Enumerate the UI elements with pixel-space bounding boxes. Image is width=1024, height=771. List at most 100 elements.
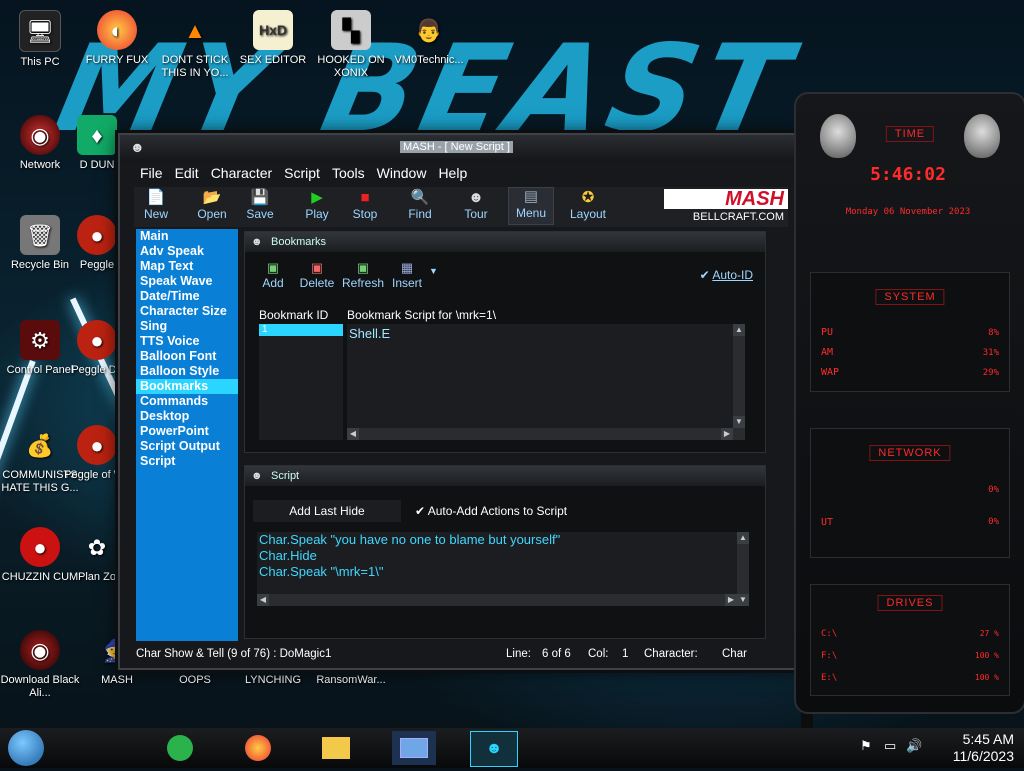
desktop-icon-furry-fux[interactable]: ◐ FURRY FUX <box>77 10 157 67</box>
add-last-hide-button[interactable]: Add Last Hide <box>253 500 401 522</box>
desktop-icon-sex-editor[interactable]: HxD SEX EDITOR <box>233 10 313 67</box>
vlc-icon: ▲ <box>184 17 206 43</box>
bookmark-script-editor[interactable]: Shell.E ▲ ▼ ◀ ▶ <box>347 324 745 440</box>
bookmark-id-list[interactable]: 1 <box>259 324 343 440</box>
toolbar-tour-button[interactable]: ☻ Tour <box>454 189 498 221</box>
toolbar-find-button[interactable]: 🔍 Find <box>398 189 442 221</box>
sidebar-item-tts-voice[interactable]: TTS Voice <box>136 334 238 349</box>
desktop-icon-label: HOOKED ON XONIX <box>317 54 385 79</box>
horizontal-scrollbar[interactable]: ◀ ▶ <box>257 594 737 606</box>
volume-icon[interactable]: 🔊 <box>906 738 922 754</box>
drive-e-label: E:\ <box>821 673 838 683</box>
desktop-icon-this-pc[interactable]: 🖥 This PC <box>0 10 80 69</box>
scroll-right-icon[interactable]: ▶ <box>721 428 733 440</box>
chuzzle-icon: ● <box>20 527 60 567</box>
chevron-down-icon[interactable]: ▼ <box>429 266 438 276</box>
sidebar-item-balloon-font[interactable]: Balloon Font <box>136 349 238 364</box>
sidebar-item-character-size[interactable]: Character Size <box>136 304 238 319</box>
scroll-left-icon[interactable]: ◀ <box>347 428 359 440</box>
firefox-icon: ◐ <box>97 10 137 50</box>
logo-url: BELLCRAFT.COM <box>692 211 784 223</box>
sidebar-item-sing[interactable]: Sing <box>136 319 238 334</box>
drive-f-label: F:\ <box>821 651 838 661</box>
script-line[interactable]: Char.Speak "\mrk=1\" <box>257 564 749 580</box>
bookmark-refresh-button[interactable]: ▣ Refresh <box>341 260 385 290</box>
bookmark-insert-button[interactable]: ▦ Insert <box>387 260 427 290</box>
sidebar-item-main[interactable]: Main <box>136 229 238 244</box>
xonix-icon: ▚ <box>331 10 371 50</box>
status-line-label: Line: <box>506 648 531 660</box>
auto-add-checkbox[interactable]: ✔ Auto-Add Actions to Script <box>415 504 567 518</box>
desktop-icon-dont-stick[interactable]: ▲ DONT STICK THIS IN YO... <box>155 10 235 80</box>
bookmark-add-button[interactable]: ▣ Add <box>253 260 293 290</box>
script-line[interactable]: Char.Hide <box>257 548 749 564</box>
menu-window[interactable]: Window <box>371 165 433 185</box>
toolbar-menu-button[interactable]: ▤ Menu <box>508 187 554 225</box>
sidebar-item-map-text[interactable]: Map Text <box>136 259 238 274</box>
menu-help[interactable]: Help <box>432 165 473 185</box>
menu-edit[interactable]: Edit <box>169 165 205 185</box>
sidebar-item-desktop[interactable]: Desktop <box>136 409 238 424</box>
tray-time: 5:45 AM <box>962 731 1014 747</box>
desktop-icon-vm0[interactable]: 👨 VM0Technic... <box>389 10 469 67</box>
scroll-left-icon[interactable]: ◀ <box>257 594 269 606</box>
sidebar-item-powerpoint[interactable]: PowerPoint <box>136 424 238 439</box>
sidebar-item-script[interactable]: Script <box>136 454 238 469</box>
vertical-scrollbar[interactable]: ▲ ▼ <box>737 532 749 606</box>
plants-icon: ✿ <box>87 534 107 560</box>
sidebar-item-script-output[interactable]: Script Output <box>136 439 238 454</box>
firefox-icon[interactable] <box>238 731 278 765</box>
doctor-icon: 👨 <box>415 17 443 43</box>
script-editor[interactable]: Char.Speak "you have no one to blame but… <box>257 532 749 606</box>
bookmark-id-row[interactable]: 1 <box>259 324 343 336</box>
vertical-scrollbar[interactable]: ▲ ▼ <box>733 324 745 440</box>
bookmark-script-text[interactable]: Shell.E <box>349 326 390 341</box>
toolbar-new-button[interactable]: 📄 New <box>134 189 178 221</box>
scroll-right-icon[interactable]: ▶ <box>725 594 737 606</box>
scroll-down-icon[interactable]: ▼ <box>737 594 749 606</box>
script-line[interactable]: Char.Speak "you have no one to blame but… <box>257 532 749 548</box>
menu-character[interactable]: Character <box>205 165 278 185</box>
scroll-up-icon[interactable]: ▲ <box>737 532 749 544</box>
control-panel-icon[interactable] <box>392 731 436 765</box>
sidebar-item-speak-wave[interactable]: Speak Wave <box>136 274 238 289</box>
desktop-icon-label: MASH <box>101 674 133 686</box>
sidebar-item-commands[interactable]: Commands <box>136 394 238 409</box>
sidebar-item-adv-speak[interactable]: Adv Speak <box>136 244 238 259</box>
network-tray-icon[interactable]: ▭ <box>884 738 896 754</box>
toolbar: 📄 New 📂 Open 💾 Save ▶ Play ■ Stop 🔍 Find… <box>134 187 788 227</box>
desktop-icon-xonix[interactable]: ▚ HOOKED ON XONIX <box>311 10 391 80</box>
menu-tools[interactable]: Tools <box>326 165 371 185</box>
feedly-icon[interactable] <box>160 731 200 765</box>
sidebar-item-date-time[interactable]: Date/Time <box>136 289 238 304</box>
bookmark-delete-button[interactable]: ▣ Delete <box>297 260 337 290</box>
taskbar: ☻ ⚑ ▭ 🔊 5:45 AM 11/6/2023 <box>0 728 1024 768</box>
flag-icon[interactable]: ⚑ <box>860 738 872 754</box>
desktop-icon-label: Download Black Ali... <box>0 674 80 699</box>
swap-value: 29% <box>982 368 999 378</box>
desktop-icon-label: VM0Technic... <box>394 54 464 66</box>
toolbar-save-button[interactable]: 💾 Save <box>238 189 282 221</box>
auto-id-checkbox[interactable]: ✔ Auto-ID <box>700 268 753 282</box>
title-bar[interactable]: ☻ MASH - [ New Script ] <box>120 135 796 161</box>
menu-script[interactable]: Script <box>278 165 326 185</box>
menu-file[interactable]: File <box>134 165 169 185</box>
toolbar-open-button[interactable]: 📂 Open <box>190 189 234 221</box>
desktop-icon-black-alien[interactable]: ◉ Download Black Ali... <box>0 630 80 700</box>
clock[interactable]: 5:45 AM 11/6/2023 <box>953 728 1014 771</box>
sidebar: Main Adv Speak Map Text Speak Wave Date/… <box>136 229 238 641</box>
toolbar-play-button[interactable]: ▶ Play <box>295 189 339 221</box>
file-explorer-icon[interactable] <box>316 731 356 765</box>
desktop-icon-label: SEX EDITOR <box>239 54 307 66</box>
add-icon: ▣ <box>266 260 280 275</box>
mash-icon[interactable]: ☻ <box>470 731 518 767</box>
toolbar-stop-button[interactable]: ■ Stop <box>343 189 387 221</box>
scroll-down-icon[interactable]: ▼ <box>733 416 745 428</box>
sidebar-item-bookmarks[interactable]: Bookmarks <box>136 379 238 394</box>
toolbar-layout-button[interactable]: ✪ Layout <box>566 189 610 221</box>
horizontal-scrollbar[interactable]: ◀ ▶ <box>347 428 733 440</box>
start-orb-icon[interactable] <box>8 730 44 766</box>
sidebar-item-balloon-style[interactable]: Balloon Style <box>136 364 238 379</box>
network-out-value: 0% <box>988 517 999 527</box>
scroll-up-icon[interactable]: ▲ <box>733 324 745 336</box>
